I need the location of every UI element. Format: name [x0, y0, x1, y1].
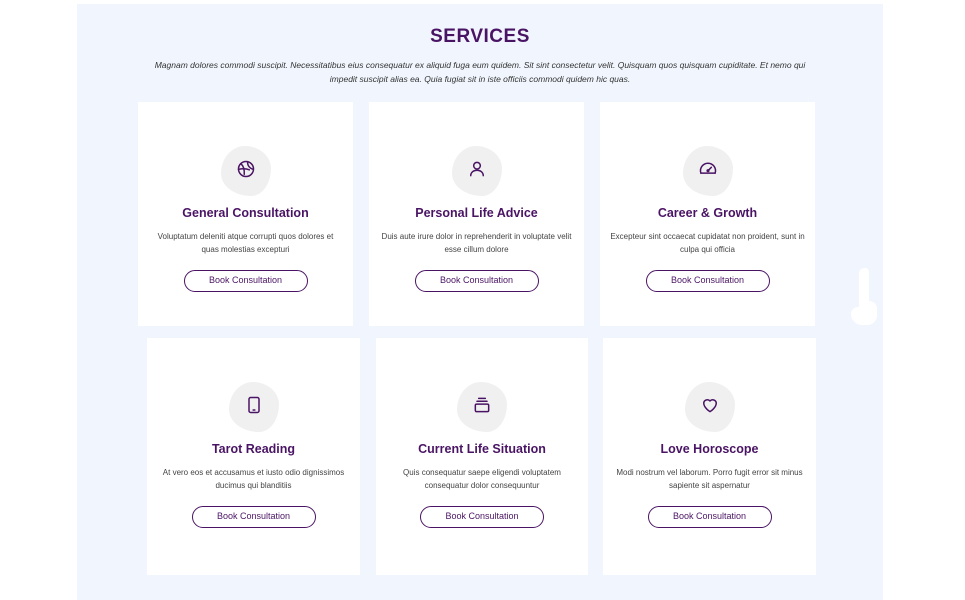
card-description: Excepteur sint occaecat cupidatat non pr… — [610, 232, 805, 254]
icon-blob — [220, 146, 271, 196]
card-title: Career & Growth — [657, 206, 758, 220]
service-card-tarot-reading: Tarot Reading At vero eos et accusamus e… — [147, 338, 360, 575]
icon-blob — [228, 382, 279, 432]
book-consultation-button[interactable]: Book Consultation — [191, 506, 316, 528]
card-description: At vero eos et accusamus et iusto odio d… — [162, 468, 345, 490]
service-card-career-growth: Career & Growth Excepteur sint occaecat … — [600, 102, 815, 326]
person-icon — [467, 159, 487, 184]
card-title: Current Life Situation — [418, 442, 546, 456]
card-description: Quis consequatur saepe eligendi voluptat… — [403, 468, 561, 490]
speedometer-icon — [698, 159, 718, 184]
service-card-love-horoscope: Love Horoscope Modi nostrum vel laborum.… — [603, 338, 816, 575]
book-consultation-button[interactable]: Book Consultation — [420, 506, 544, 528]
icon-blob — [457, 382, 507, 432]
stack-icon — [472, 395, 492, 420]
hand-cursor-icon — [845, 266, 879, 326]
book-consultation-button[interactable]: Book Consultation — [414, 270, 539, 292]
book-consultation-button[interactable]: Book Consultation — [645, 270, 770, 292]
card-title: Tarot Reading — [211, 442, 296, 456]
section-subtitle: Magnam dolores commodi suscipit. Necessi… — [154, 60, 806, 84]
basketball-icon — [236, 159, 256, 184]
tablet-icon — [244, 395, 264, 420]
icon-blob — [684, 382, 735, 432]
card-description: Modi nostrum vel laborum. Porro fugit er… — [616, 468, 803, 490]
book-consultation-button[interactable]: Book Consultation — [183, 270, 308, 292]
service-card-general-consultation: General Consultation Voluptatum deleniti… — [138, 102, 353, 326]
icon-blob — [451, 146, 502, 196]
section-title: SERVICES — [430, 26, 530, 47]
icon-blob — [682, 146, 733, 196]
card-description: Duis aute irure dolor in reprehenderit i… — [381, 232, 572, 254]
card-title: Love Horoscope — [660, 442, 759, 456]
service-card-personal-life-advice: Personal Life Advice Duis aute irure dol… — [369, 102, 584, 326]
card-title: General Consultation — [182, 206, 309, 220]
card-description: Voluptatum deleniti atque corrupti quos … — [157, 232, 334, 254]
book-consultation-button[interactable]: Book Consultation — [647, 506, 772, 528]
service-card-current-life-situation: Current Life Situation Quis consequatur … — [376, 338, 588, 575]
heart-icon — [700, 395, 720, 420]
card-title: Personal Life Advice — [415, 206, 538, 220]
